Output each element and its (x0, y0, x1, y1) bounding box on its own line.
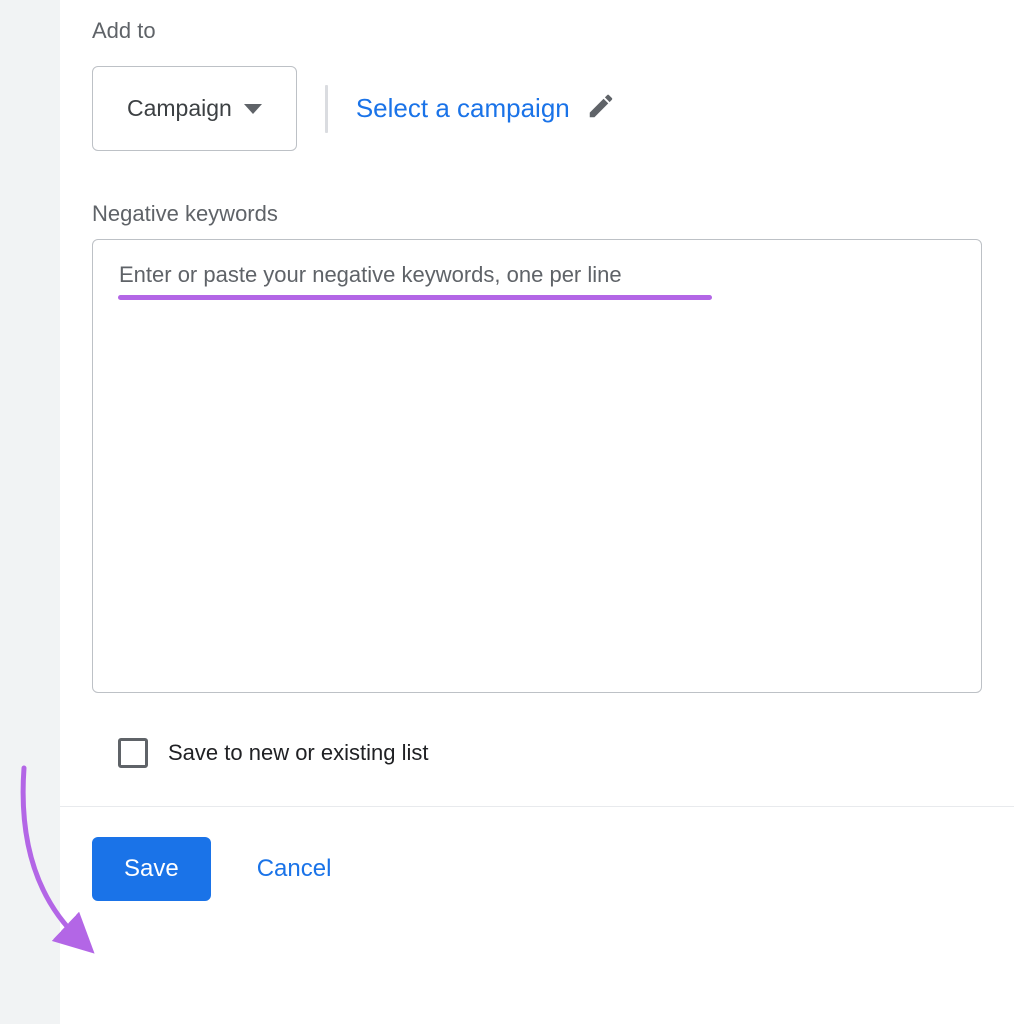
add-to-dropdown[interactable]: Campaign (92, 66, 297, 151)
main-panel: Add to Campaign Select a campaign Negati… (60, 0, 1014, 1024)
select-campaign-group: Select a campaign (356, 91, 616, 126)
negative-keywords-label: Negative keywords (92, 201, 982, 227)
save-to-list-checkbox[interactable] (118, 738, 148, 768)
left-gutter (0, 0, 60, 1024)
pencil-icon[interactable] (586, 91, 616, 126)
vertical-divider (325, 85, 328, 133)
chevron-down-icon (244, 104, 262, 114)
add-to-row: Campaign Select a campaign (92, 66, 982, 151)
footer-actions: Save Cancel (92, 807, 982, 901)
add-to-dropdown-value: Campaign (127, 95, 232, 122)
negative-keywords-wrap (92, 239, 982, 698)
add-to-label: Add to (92, 18, 982, 44)
save-to-list-row: Save to new or existing list (118, 738, 982, 768)
select-campaign-link[interactable]: Select a campaign (356, 93, 570, 124)
cancel-button[interactable]: Cancel (257, 855, 332, 883)
save-button[interactable]: Save (92, 837, 211, 901)
save-to-list-label: Save to new or existing list (168, 740, 428, 766)
negative-keywords-input[interactable] (92, 239, 982, 693)
